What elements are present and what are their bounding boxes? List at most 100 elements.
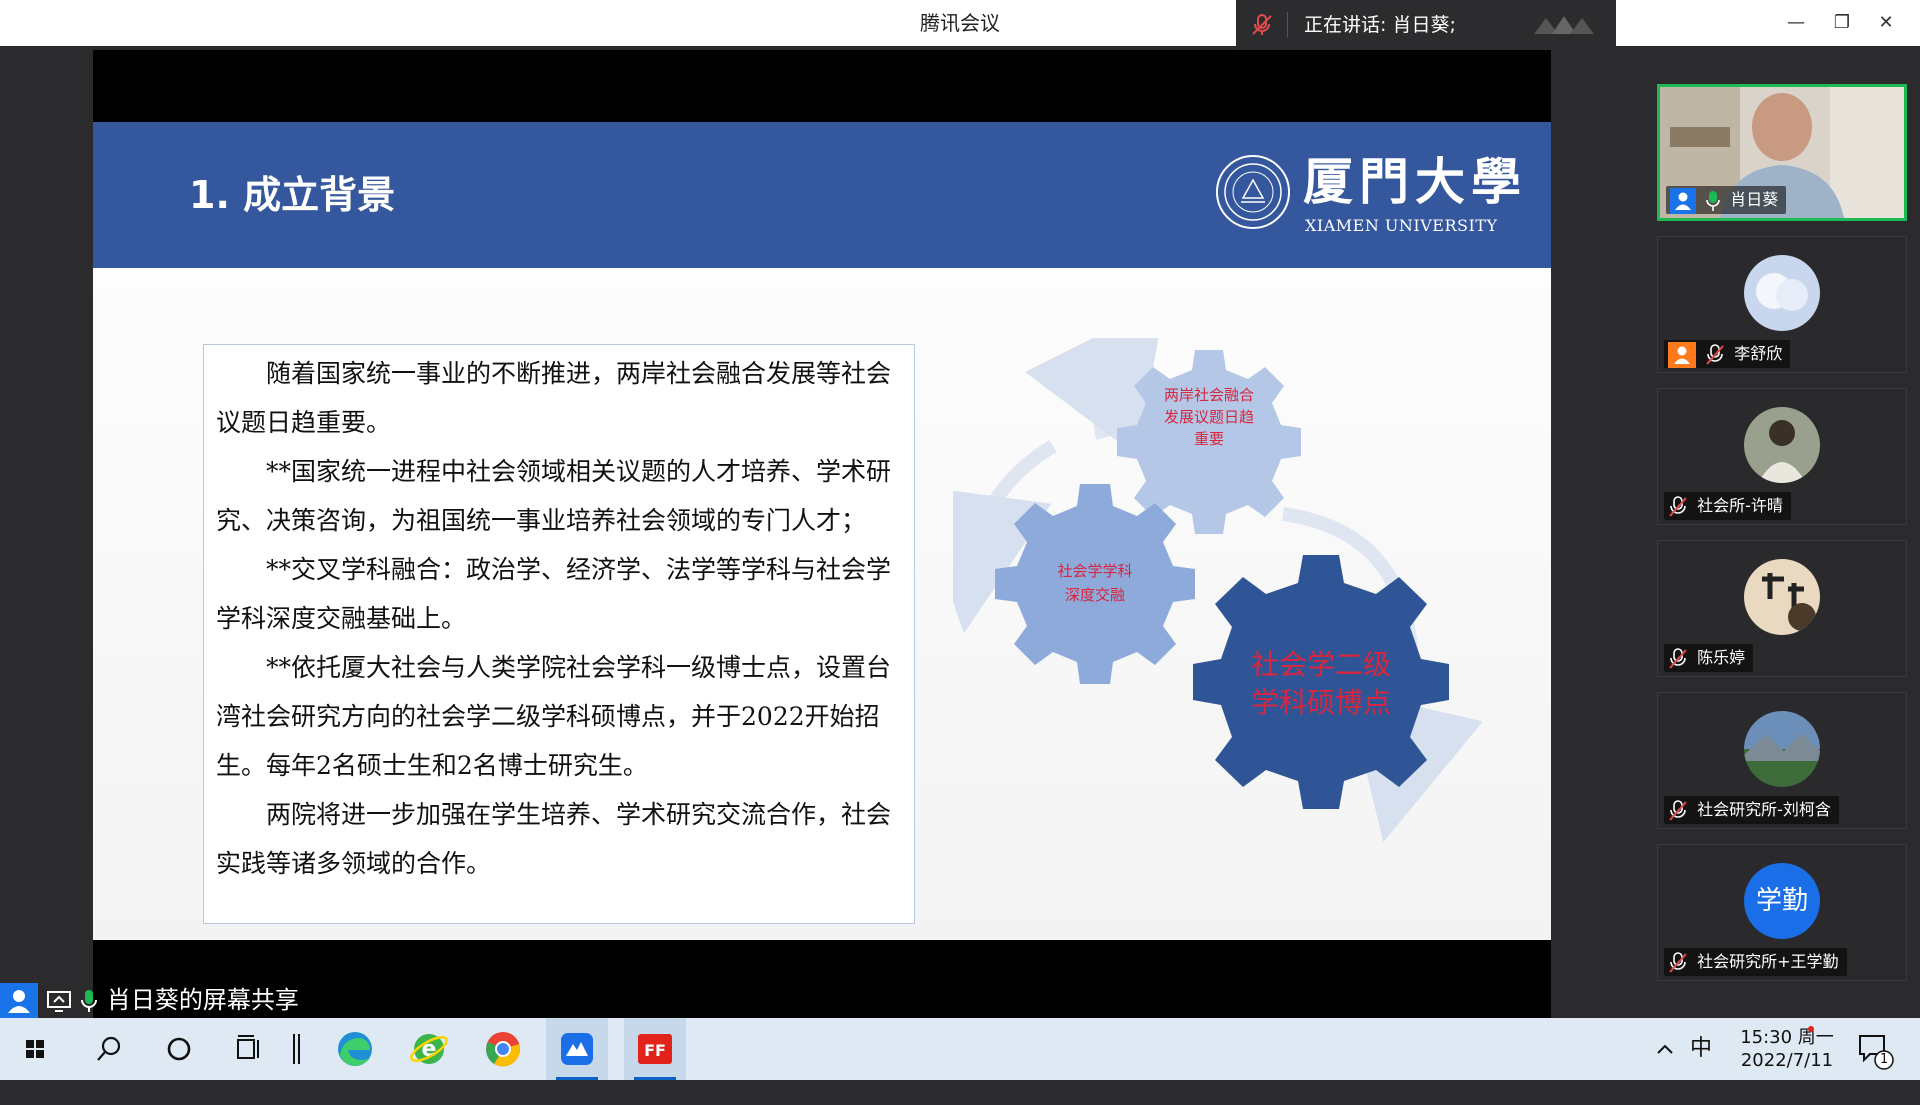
mic-muted-icon	[1669, 951, 1687, 973]
edge-button[interactable]	[324, 1018, 386, 1080]
clock-date: 2022/7/11	[1740, 1050, 1834, 1071]
chrome-button[interactable]	[472, 1018, 534, 1080]
participant-avatar	[1744, 255, 1820, 331]
participant-avatar-text: 学勤	[1755, 886, 1808, 916]
participant-name-tag: 肖日葵	[1666, 186, 1787, 214]
slide-paragraph: 两院将进一步加强在学生培养、学术研究交流合作，社会实践等诸多领域的合作。	[216, 800, 892, 878]
university-name-cn: 厦門大學	[1303, 152, 1527, 211]
slide-title: 1. 成立背景	[189, 173, 396, 217]
task-view-icon	[237, 1035, 259, 1059]
screen-share-label: 肖日葵的屏幕共享	[0, 982, 299, 1019]
participant-name: 社会研究所+王学勤	[1697, 952, 1839, 971]
start-button[interactable]	[4, 1018, 66, 1080]
window-title: 腾讯会议	[920, 11, 1000, 35]
cortana-icon	[167, 1037, 191, 1061]
edge-icon	[338, 1032, 372, 1066]
mic-muted-icon	[1669, 647, 1687, 669]
participant-name: 社会研究所-刘柯含	[1697, 800, 1831, 819]
participant-avatar	[1744, 559, 1820, 635]
user-icon	[0, 983, 38, 1019]
slide-text-box: 随着国家统一事业的不断推进，两岸社会融合发展等社会议题日趋重要。 **国家统一进…	[203, 344, 915, 924]
screen-share-text: 肖日葵的屏幕共享	[106, 986, 299, 1014]
participant-name: 社会所-许晴	[1697, 496, 1783, 515]
participant-name: 陈乐婷	[1697, 648, 1746, 667]
tencent-meeting-button[interactable]	[546, 1018, 608, 1080]
close-button[interactable]: ✕	[1866, 8, 1906, 38]
mic-muted-icon	[1669, 799, 1687, 821]
slide-header: 1. 成立背景 厦門大學 XIAMEN UNIVERSITY	[93, 122, 1551, 268]
mic-muted-icon	[1669, 495, 1687, 517]
screen-share-icon	[46, 991, 71, 1012]
gear-top-line: 发展议题日趋	[1164, 408, 1254, 426]
chevron-up-icon	[1657, 1044, 1673, 1054]
gear-big	[1193, 555, 1449, 809]
participant-name: 肖日葵	[1730, 190, 1779, 209]
university-seal-icon	[1216, 155, 1290, 229]
cortana-button[interactable]	[148, 1018, 210, 1080]
participant-name-tag: 社会研究所+王学勤	[1664, 948, 1847, 976]
taskbar: e FF 中 15:30 周一 2022/7/11 1	[0, 1018, 1920, 1080]
tray-expand-button[interactable]	[1652, 1018, 1678, 1080]
task-view-button[interactable]	[218, 1018, 280, 1080]
participant-name: 李舒欣	[1734, 344, 1783, 363]
mic-muted-icon	[1706, 343, 1724, 365]
slide-paragraph: **依托厦大社会与人类学院社会学科一级博士点，设置台湾社会研究方向的社会学二级学…	[216, 653, 892, 780]
restore-button[interactable]: ❐	[1822, 8, 1862, 38]
search-icon	[97, 1036, 121, 1061]
participant-tile[interactable]: 学勤 社会研究所+王学勤	[1657, 844, 1907, 981]
start-icon	[26, 1040, 44, 1058]
notification-count: 1	[1880, 1052, 1889, 1067]
mic-muted-icon	[1252, 14, 1272, 35]
gear-top-line: 重要	[1194, 430, 1224, 448]
svg-text:FF: FF	[644, 1041, 666, 1060]
user-icon	[1670, 187, 1696, 214]
participant-avatar	[1744, 711, 1820, 787]
notification-icon	[1859, 1035, 1894, 1070]
ie-icon: e	[410, 1034, 448, 1064]
tencent-meeting-icon	[561, 1033, 593, 1065]
title-bar: 腾讯会议	[0, 0, 1920, 46]
tencent-logo-icon	[1534, 16, 1594, 34]
cycle-arrow	[1025, 338, 1165, 456]
participant-avatar	[1744, 407, 1820, 483]
notification-center-button[interactable]: 1	[1848, 1018, 1898, 1080]
slide-paragraph: **交叉学科融合：政治学、经济学、法学等学科与社会学学科深度交融基础上。	[216, 555, 892, 633]
participant-tile[interactable]: 社会所-许晴	[1657, 388, 1907, 525]
notification-dot-icon	[1808, 1026, 1814, 1032]
slide-body: 随着国家统一事业的不断推进，两岸社会融合发展等社会议题日趋重要。 **国家统一进…	[93, 268, 1551, 940]
participant-name-tag: 陈乐婷	[1664, 644, 1754, 672]
shared-screen: 1. 成立背景 厦門大學 XIAMEN UNIVERSITY 随着国家统一事业的…	[93, 50, 1551, 1018]
gear-left	[995, 484, 1195, 684]
participant-name-tag: 社会所-许晴	[1664, 492, 1791, 520]
gear-top-line: 两岸社会融合	[1164, 386, 1254, 404]
divider	[1287, 12, 1288, 38]
user-icon	[1668, 341, 1696, 368]
ie-button[interactable]: e	[398, 1018, 460, 1080]
participant-name-tag: 社会研究所-刘柯含	[1664, 796, 1839, 824]
minimize-button[interactable]: —	[1776, 8, 1816, 38]
gear-big-line: 社会学二级	[1251, 648, 1391, 681]
ime-indicator[interactable]: 中	[1690, 1018, 1712, 1080]
speaking-indicator: 正在讲话: 肖日葵;	[1236, 0, 1616, 50]
foxit-icon: FF	[638, 1034, 672, 1064]
taskbar-clock[interactable]: 15:30 周一 2022/7/11	[1732, 1026, 1842, 1072]
participant-tile[interactable]: 肖日葵	[1657, 84, 1907, 221]
search-button[interactable]	[78, 1018, 140, 1080]
participant-tile[interactable]: 社会研究所-刘柯含	[1657, 692, 1907, 829]
participant-tile[interactable]: 李舒欣	[1657, 236, 1907, 373]
participant-name-tag: 李舒欣	[1664, 340, 1791, 368]
gear-left-line: 社会学学科	[1057, 562, 1132, 580]
taskbar-separator	[286, 1018, 310, 1080]
foxit-button[interactable]: FF	[624, 1018, 686, 1080]
separator-icon	[293, 1034, 300, 1064]
participant-avatar: 学勤	[1744, 863, 1820, 939]
slide-paragraph: 随着国家统一事业的不断推进，两岸社会融合发展等社会议题日趋重要。	[216, 359, 892, 437]
mic-active-icon	[81, 990, 98, 1012]
gear-big-line: 学科硕博点	[1251, 686, 1391, 719]
speaking-label: 正在讲话: 肖日葵;	[1304, 14, 1456, 36]
slide-paragraph: **国家统一进程中社会领域相关议题的人才培养、学术研究、决策咨询，为祖国统一事业…	[216, 457, 892, 535]
clock-time: 15:30 周一	[1740, 1027, 1834, 1048]
participant-tile[interactable]: 陈乐婷	[1657, 540, 1907, 677]
gears-diagram: 两岸社会融合 发展议题日趋 重要 社会学学科 深度交融 社会学二级 学科硕博点	[953, 338, 1483, 843]
gear-left-line: 深度交融	[1065, 586, 1125, 604]
